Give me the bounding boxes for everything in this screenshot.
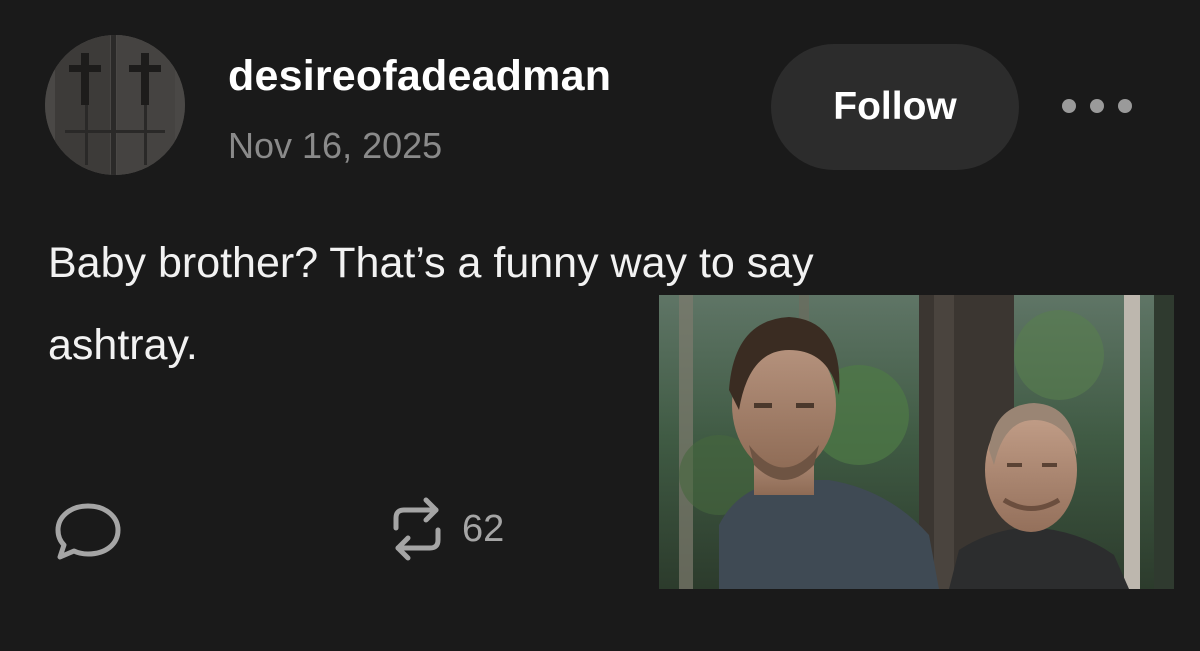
speech-bubble-icon — [55, 503, 121, 560]
follow-button[interactable]: Follow — [771, 44, 1019, 170]
reblog-button[interactable]: 62 — [388, 494, 504, 564]
post-body-line-1: Baby brother? That’s a funny way to say — [48, 239, 814, 287]
post-image[interactable] — [659, 295, 1174, 589]
reblog-arrows-icon — [393, 497, 441, 561]
more-dots-icon[interactable] — [1062, 88, 1132, 124]
post-card: desireofadeadman Nov 16, 2025 Follow Bab… — [0, 0, 1200, 651]
avatar-crosses-image — [45, 35, 185, 175]
author-avatar[interactable] — [45, 35, 185, 175]
post-body-line-2: ashtray. — [48, 321, 198, 369]
reblog-count: 62 — [462, 507, 505, 550]
author-username[interactable]: desireofadeadman — [228, 52, 611, 101]
photo-two-men-in-forest — [659, 295, 1174, 589]
reply-button[interactable] — [52, 500, 124, 562]
post-date: Nov 16, 2025 — [228, 125, 443, 166]
